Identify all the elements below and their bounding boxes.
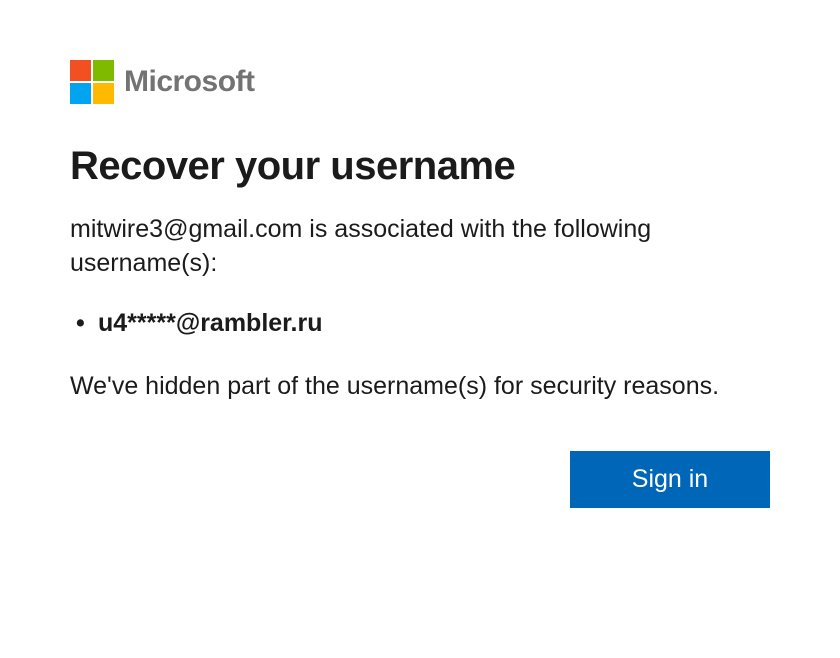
brand-name: Microsoft: [124, 65, 255, 99]
intro-text: mitwire3@gmail.com is associated with th…: [70, 213, 770, 281]
security-note: We've hidden part of the username(s) for…: [70, 370, 770, 404]
microsoft-logo-icon: [70, 60, 114, 104]
brand-header: Microsoft: [70, 60, 770, 104]
list-item: u4*****@rambler.ru: [98, 309, 770, 338]
page-title: Recover your username: [70, 144, 770, 189]
action-row: Sign in: [70, 451, 770, 508]
sign-in-button[interactable]: Sign in: [570, 451, 770, 508]
username-list: u4*****@rambler.ru: [70, 309, 770, 338]
